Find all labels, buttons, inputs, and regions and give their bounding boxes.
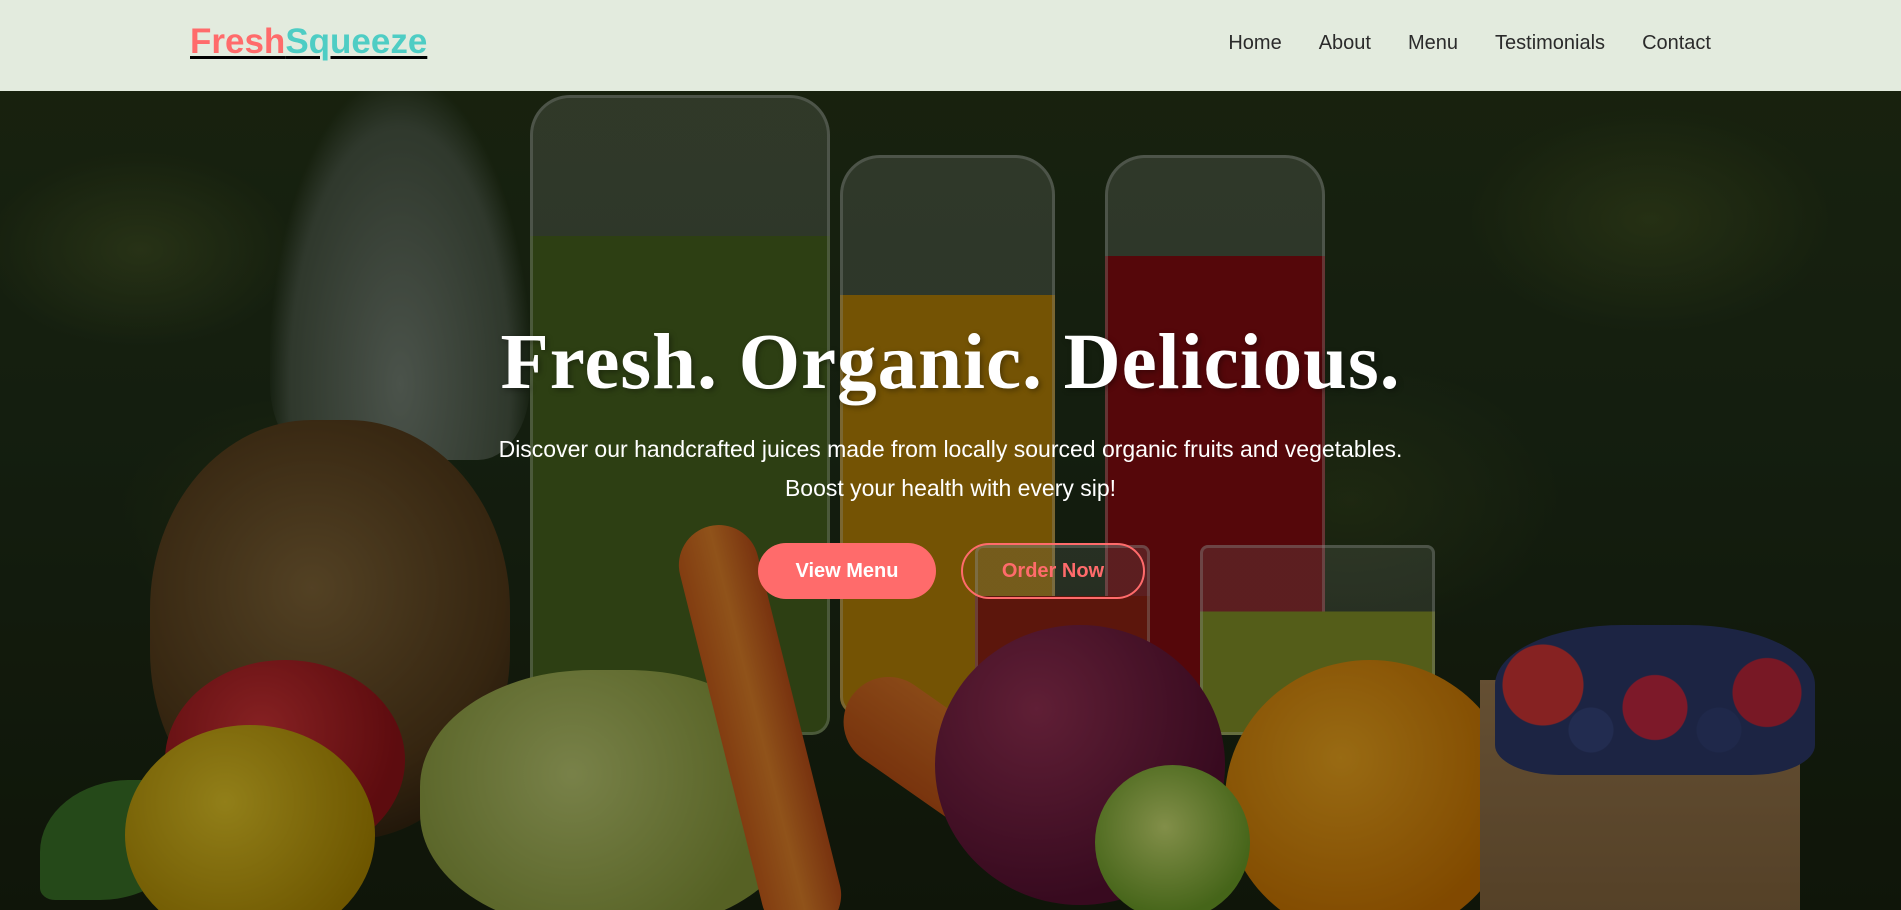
hero-buttons: View Menu Order Now xyxy=(758,543,1145,599)
hero-subtitle-line2: Boost your health with every sip! xyxy=(784,475,1117,501)
brand-name-part1: Fresh xyxy=(190,22,286,61)
brand-name-part2: Squeeze xyxy=(285,22,428,61)
hero-title: Fresh. Organic. Delicious. xyxy=(500,319,1401,406)
main-nav: Home About Menu Testimonials Contact xyxy=(1228,32,1711,55)
order-now-button[interactable]: Order Now xyxy=(961,543,1145,599)
navbar: FreshSqueeze Home About Menu Testimonial… xyxy=(0,0,1901,91)
hero-subtitle: Discover our handcrafted juices made fro… xyxy=(0,430,1901,508)
nav-link-testimonials[interactable]: Testimonials xyxy=(1495,32,1605,55)
nav-link-home[interactable]: Home xyxy=(1228,32,1281,55)
nav-link-contact[interactable]: Contact xyxy=(1642,32,1711,55)
nav-link-about[interactable]: About xyxy=(1319,32,1371,55)
view-menu-button[interactable]: View Menu xyxy=(758,543,936,599)
hero-subtitle-line1: Discover our handcrafted juices made fro… xyxy=(498,436,1403,462)
nav-link-menu[interactable]: Menu xyxy=(1408,32,1458,55)
brand-logo-link[interactable]: FreshSqueeze xyxy=(190,22,427,62)
